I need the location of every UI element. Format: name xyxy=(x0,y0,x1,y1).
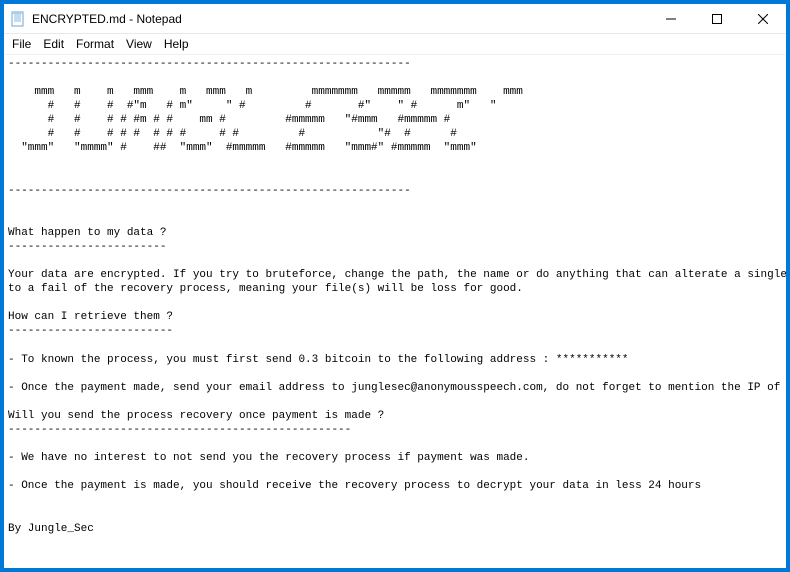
menu-view[interactable]: View xyxy=(120,36,158,52)
notepad-window: ENCRYPTED.md - Notepad File Edit Format … xyxy=(3,3,787,569)
close-button[interactable] xyxy=(740,4,786,33)
maximize-button[interactable] xyxy=(694,4,740,33)
menu-file[interactable]: File xyxy=(6,36,37,52)
menu-help[interactable]: Help xyxy=(158,36,195,52)
window-controls xyxy=(648,4,786,33)
titlebar[interactable]: ENCRYPTED.md - Notepad xyxy=(4,4,786,34)
document-text[interactable]: ----------------------------------------… xyxy=(8,57,782,536)
menubar: File Edit Format View Help xyxy=(4,34,786,54)
text-area[interactable]: ----------------------------------------… xyxy=(4,54,786,568)
menu-edit[interactable]: Edit xyxy=(37,36,70,52)
minimize-button[interactable] xyxy=(648,4,694,33)
window-title: ENCRYPTED.md - Notepad xyxy=(32,12,648,26)
notepad-icon xyxy=(10,11,26,27)
menu-format[interactable]: Format xyxy=(70,36,120,52)
